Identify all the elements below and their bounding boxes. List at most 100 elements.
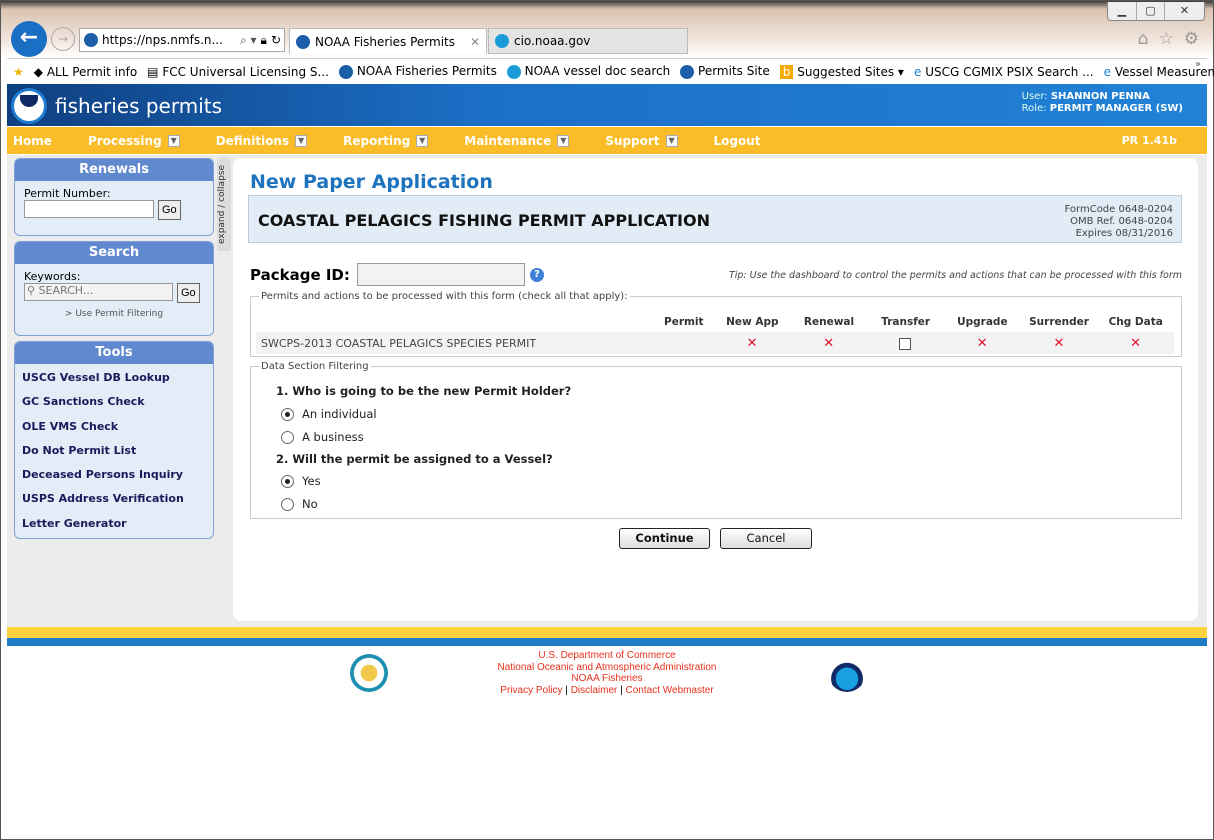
forward-button[interactable]: → xyxy=(51,27,75,51)
gear-icon[interactable]: ⚙ xyxy=(1184,29,1199,49)
radio-yes[interactable]: Yes xyxy=(281,474,321,488)
tool-link[interactable]: USPS Address Verification xyxy=(15,487,213,511)
footer-blue-bar xyxy=(7,638,1207,646)
nav-logout[interactable]: Logout xyxy=(714,134,761,148)
permit-number-input[interactable] xyxy=(24,200,154,218)
permits-legend: Permits and actions to be processed with… xyxy=(261,291,628,302)
main-nav: Home Processing ▼ Definitions ▼ Reporting ▼… xyxy=(7,126,1207,154)
permit-number-label: Permit Number: xyxy=(24,187,111,200)
radio-business[interactable]: A business xyxy=(281,430,364,444)
home-icon[interactable]: ⌂ xyxy=(1138,29,1149,49)
favorite-link[interactable]: NOAA Fisheries Permits xyxy=(339,64,497,79)
tools-panel: Tools USCG Vessel DB Lookup GC Sanctions… xyxy=(14,341,214,539)
url-text: https://nps.nmfs.n... xyxy=(102,33,223,47)
page-title: New Paper Application xyxy=(250,171,493,193)
nav-reporting[interactable]: Reporting ▼ xyxy=(343,134,429,148)
renewal-x-icon: ✕ xyxy=(823,335,835,351)
disclaimer-link[interactable]: Disclaimer xyxy=(571,685,618,696)
chevron-down-icon[interactable]: ▼ xyxy=(167,134,180,147)
question-permit-holder: 1. Who is going to be the new Permit Hol… xyxy=(276,384,572,398)
new-app-x-icon: ✕ xyxy=(746,335,758,351)
tool-link[interactable]: GC Sanctions Check xyxy=(15,390,213,414)
tab-noaa-fisheries-permits[interactable]: NOAA Fisheries Permits ✕ xyxy=(289,28,487,54)
close-window-button[interactable]: ✕ xyxy=(1164,2,1204,20)
search-panel: Search Keywords: ⚲ SEARCH... Go > Use Per… xyxy=(14,241,214,336)
permit-filtering-link[interactable]: > Use Permit Filtering xyxy=(24,309,204,319)
radio-individual[interactable]: An individual xyxy=(281,407,377,421)
maximize-button[interactable]: ▢ xyxy=(1136,2,1164,20)
window-controls: ▁ ▢ ✕ xyxy=(1107,2,1205,21)
close-tab-icon[interactable]: ✕ xyxy=(470,35,480,49)
package-id-input[interactable] xyxy=(356,263,525,286)
tool-link[interactable]: Deceased Persons Inquiry xyxy=(15,463,213,487)
nav-processing[interactable]: Processing ▼ xyxy=(88,134,180,148)
search-icon[interactable]: ⌕ ▾ xyxy=(240,33,257,48)
chevron-down-icon[interactable]: ▼ xyxy=(295,134,308,147)
favorite-link[interactable]: NOAA vessel doc search xyxy=(506,64,670,79)
favorites-star-icon[interactable]: ★ xyxy=(13,65,24,79)
nav-home[interactable]: Home xyxy=(13,134,52,148)
data-section-filtering: Data Section Filtering 1. Who is going t… xyxy=(250,361,1182,519)
nav-support[interactable]: Support ▼ xyxy=(605,134,678,148)
help-icon[interactable]: ? xyxy=(529,267,544,282)
back-button[interactable]: ← xyxy=(11,21,47,57)
package-id-label: Package ID: xyxy=(250,265,350,284)
tab-title: cio.noaa.gov xyxy=(514,34,591,48)
tool-link[interactable]: Do Not Permit List xyxy=(15,439,213,463)
search-go-button[interactable]: Go xyxy=(177,283,200,303)
tip-text: Tip: Use the dashboard to control the pe… xyxy=(728,270,1182,281)
noaa-link[interactable]: National Oceanic and Atmospheric Adminis… xyxy=(497,662,716,673)
footer-links: U.S. Department of Commerce National Oce… xyxy=(497,650,717,696)
refresh-icon[interactable]: ↻ xyxy=(271,33,284,47)
filter-legend: Data Section Filtering xyxy=(261,361,369,372)
cancel-button[interactable]: Cancel xyxy=(720,528,812,549)
expand-collapse-toggle[interactable]: expand / collapse xyxy=(217,157,231,251)
user-info: User: SHANNON PENNA Role: PERMIT MANAGER… xyxy=(1021,91,1183,114)
permits-fieldset: Permits and actions to be processed with… xyxy=(250,291,1182,357)
question-vessel: 2. Will the permit be assigned to a Vess… xyxy=(276,452,553,466)
radio-no[interactable]: No xyxy=(281,497,318,511)
form-title: COASTAL PELAGICS FISHING PERMIT APPLICAT… xyxy=(258,211,710,230)
form-code: FormCode 0648-0204 xyxy=(1064,204,1173,215)
favorite-link[interactable]: Permits Site xyxy=(680,64,770,79)
contact-webmaster-link[interactable]: Contact Webmaster xyxy=(626,685,714,696)
tool-link[interactable]: OLE VMS Check xyxy=(15,415,213,439)
favorite-link[interactable]: e USCG CGMIX PSIX Search ... xyxy=(914,65,1094,79)
table-header: Permit New App Renewal Transfer Upgrade … xyxy=(664,316,1163,328)
upgrade-x-icon: ✕ xyxy=(976,335,988,351)
chevron-down-icon[interactable]: ▼ xyxy=(557,134,570,147)
tab-cio-noaa[interactable]: cio.noaa.gov xyxy=(488,28,688,54)
tab-title: NOAA Fisheries Permits xyxy=(315,34,455,49)
site-brand: fisheries permits xyxy=(55,94,223,118)
omb-ref: OMB Ref. 0648-0204 xyxy=(1070,216,1173,227)
continue-button[interactable]: Continue xyxy=(619,528,710,549)
minimize-button[interactable]: ▁ xyxy=(1108,2,1136,20)
favorite-link[interactable]: ◆ ALL Permit info xyxy=(34,65,137,79)
version-label: PR 1.41b xyxy=(1121,134,1177,147)
more-favorites-icon[interactable]: » xyxy=(1195,59,1201,70)
noaa-fisheries-link[interactable]: NOAA Fisheries xyxy=(571,673,642,684)
tool-link[interactable]: Letter Generator xyxy=(15,512,213,536)
site-icon xyxy=(296,34,310,49)
doc-link[interactable]: U.S. Department of Commerce xyxy=(538,650,675,661)
panel-title: Search xyxy=(15,242,213,264)
chg-data-x-icon: ✕ xyxy=(1130,335,1142,351)
star-icon[interactable]: ☆ xyxy=(1159,29,1174,49)
search-input[interactable]: ⚲ SEARCH... xyxy=(24,283,173,301)
renewals-go-button[interactable]: Go xyxy=(158,200,181,220)
nav-definitions[interactable]: Definitions ▼ xyxy=(216,134,308,148)
transfer-checkbox[interactable] xyxy=(899,337,912,350)
favorite-link[interactable]: ▤ FCC Universal Licensing S... xyxy=(147,65,329,79)
tool-link[interactable]: USCG Vessel DB Lookup xyxy=(15,366,213,390)
renewals-panel: Renewals Permit Number: Go xyxy=(14,158,214,236)
chevron-down-icon[interactable]: ▼ xyxy=(416,134,429,147)
nav-maintenance[interactable]: Maintenance ▼ xyxy=(464,134,570,148)
favorite-link[interactable]: b Suggested Sites ▾ xyxy=(779,64,904,79)
form-header: COASTAL PELAGICS FISHING PERMIT APPLICAT… xyxy=(248,195,1182,243)
table-row: SWCPS-2013 COASTAL PELAGICS SPECIES PERM… xyxy=(256,332,1174,354)
address-bar[interactable]: https://nps.nmfs.n... ⌕ ▾ 🔒︎ ↻ xyxy=(79,28,285,52)
chevron-down-icon[interactable]: ▼ xyxy=(665,134,678,147)
privacy-policy-link[interactable]: Privacy Policy xyxy=(500,685,562,696)
surrender-x-icon: ✕ xyxy=(1053,335,1065,351)
web-page: fisheries permits User: SHANNON PENNA Ro… xyxy=(7,84,1207,832)
